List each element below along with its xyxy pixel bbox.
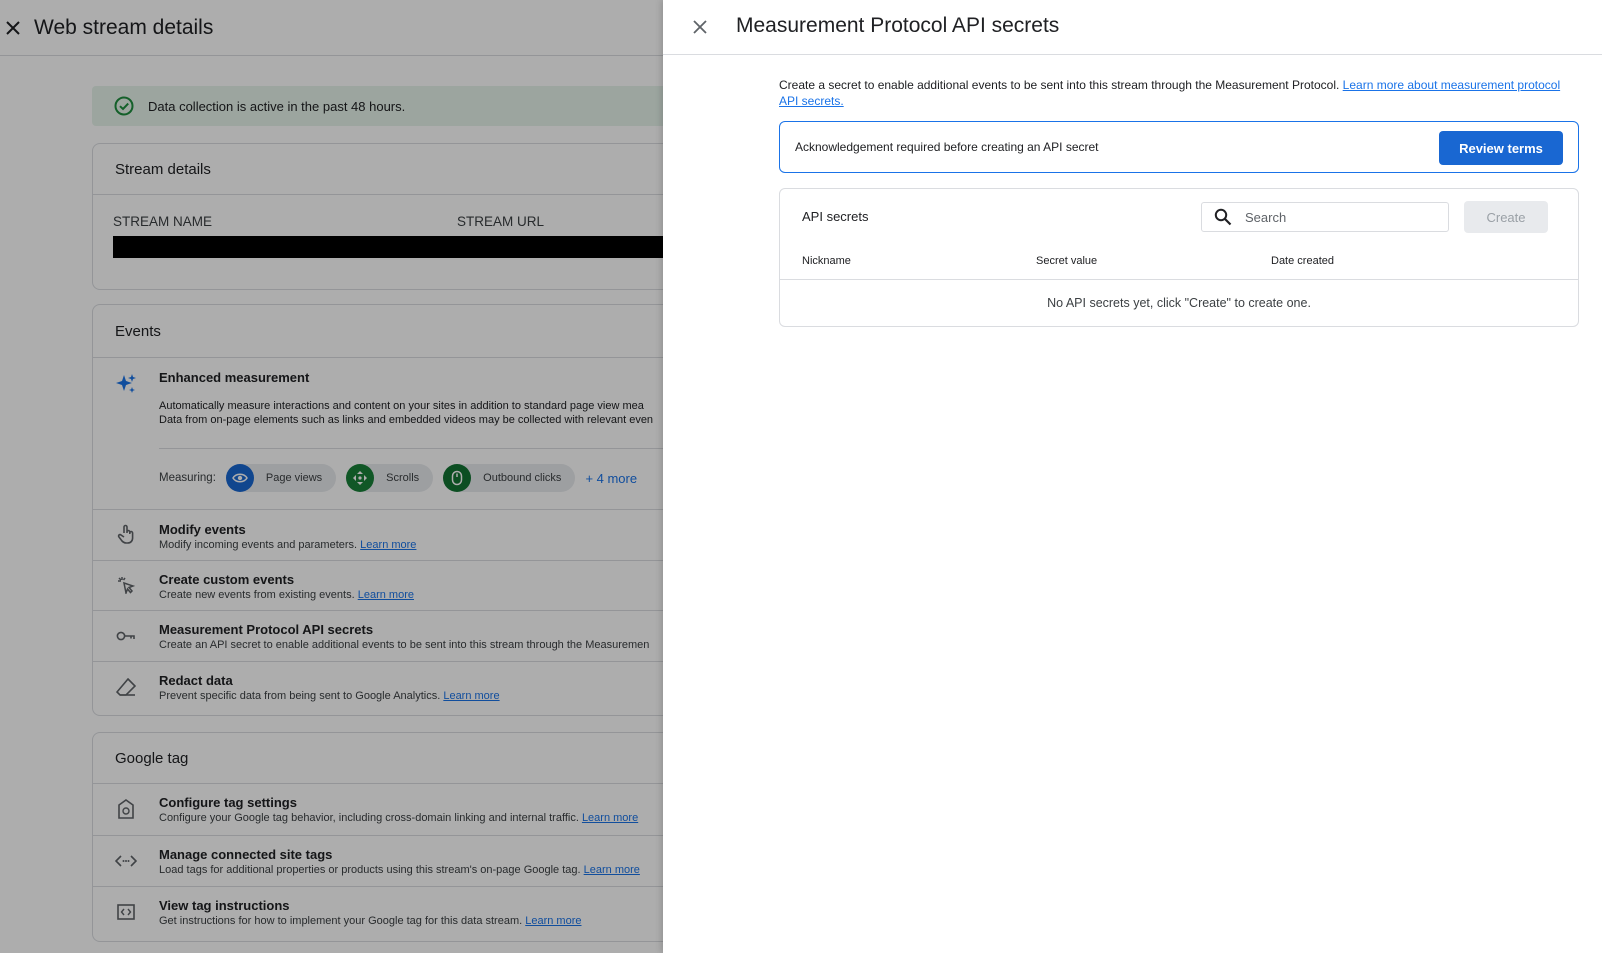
review-terms-button[interactable]: Review terms (1439, 131, 1563, 165)
api-secrets-panel: Measurement Protocol API secrets Create … (663, 0, 1602, 953)
empty-state: No API secrets yet, click "Create" to cr… (1047, 296, 1311, 310)
search-box[interactable] (1201, 202, 1449, 232)
create-button[interactable]: Create (1464, 201, 1548, 233)
intro-text: Create a secret to enable additional eve… (779, 78, 1340, 92)
col-date-created[interactable]: Date created (1271, 255, 1334, 267)
close-icon[interactable] (689, 16, 711, 38)
acknowledgement-text: Acknowledgement required before creating… (795, 140, 1099, 154)
col-secret-value[interactable]: Secret value (1036, 255, 1097, 267)
panel-title: Measurement Protocol API secrets (736, 14, 1060, 37)
panel-intro: Create a secret to enable additional eve… (779, 77, 1579, 109)
divider (780, 279, 1578, 280)
api-secrets-table: API secrets Create Nickname Secret value… (779, 188, 1579, 327)
search-input[interactable] (1245, 209, 1425, 225)
api-secrets-title: API secrets (802, 209, 869, 224)
col-nickname[interactable]: Nickname (802, 255, 851, 267)
modal-scrim[interactable] (0, 0, 663, 953)
acknowledgement-banner: Acknowledgement required before creating… (779, 121, 1579, 173)
search-icon (1214, 208, 1232, 226)
panel-header: Measurement Protocol API secrets (663, 0, 1602, 55)
